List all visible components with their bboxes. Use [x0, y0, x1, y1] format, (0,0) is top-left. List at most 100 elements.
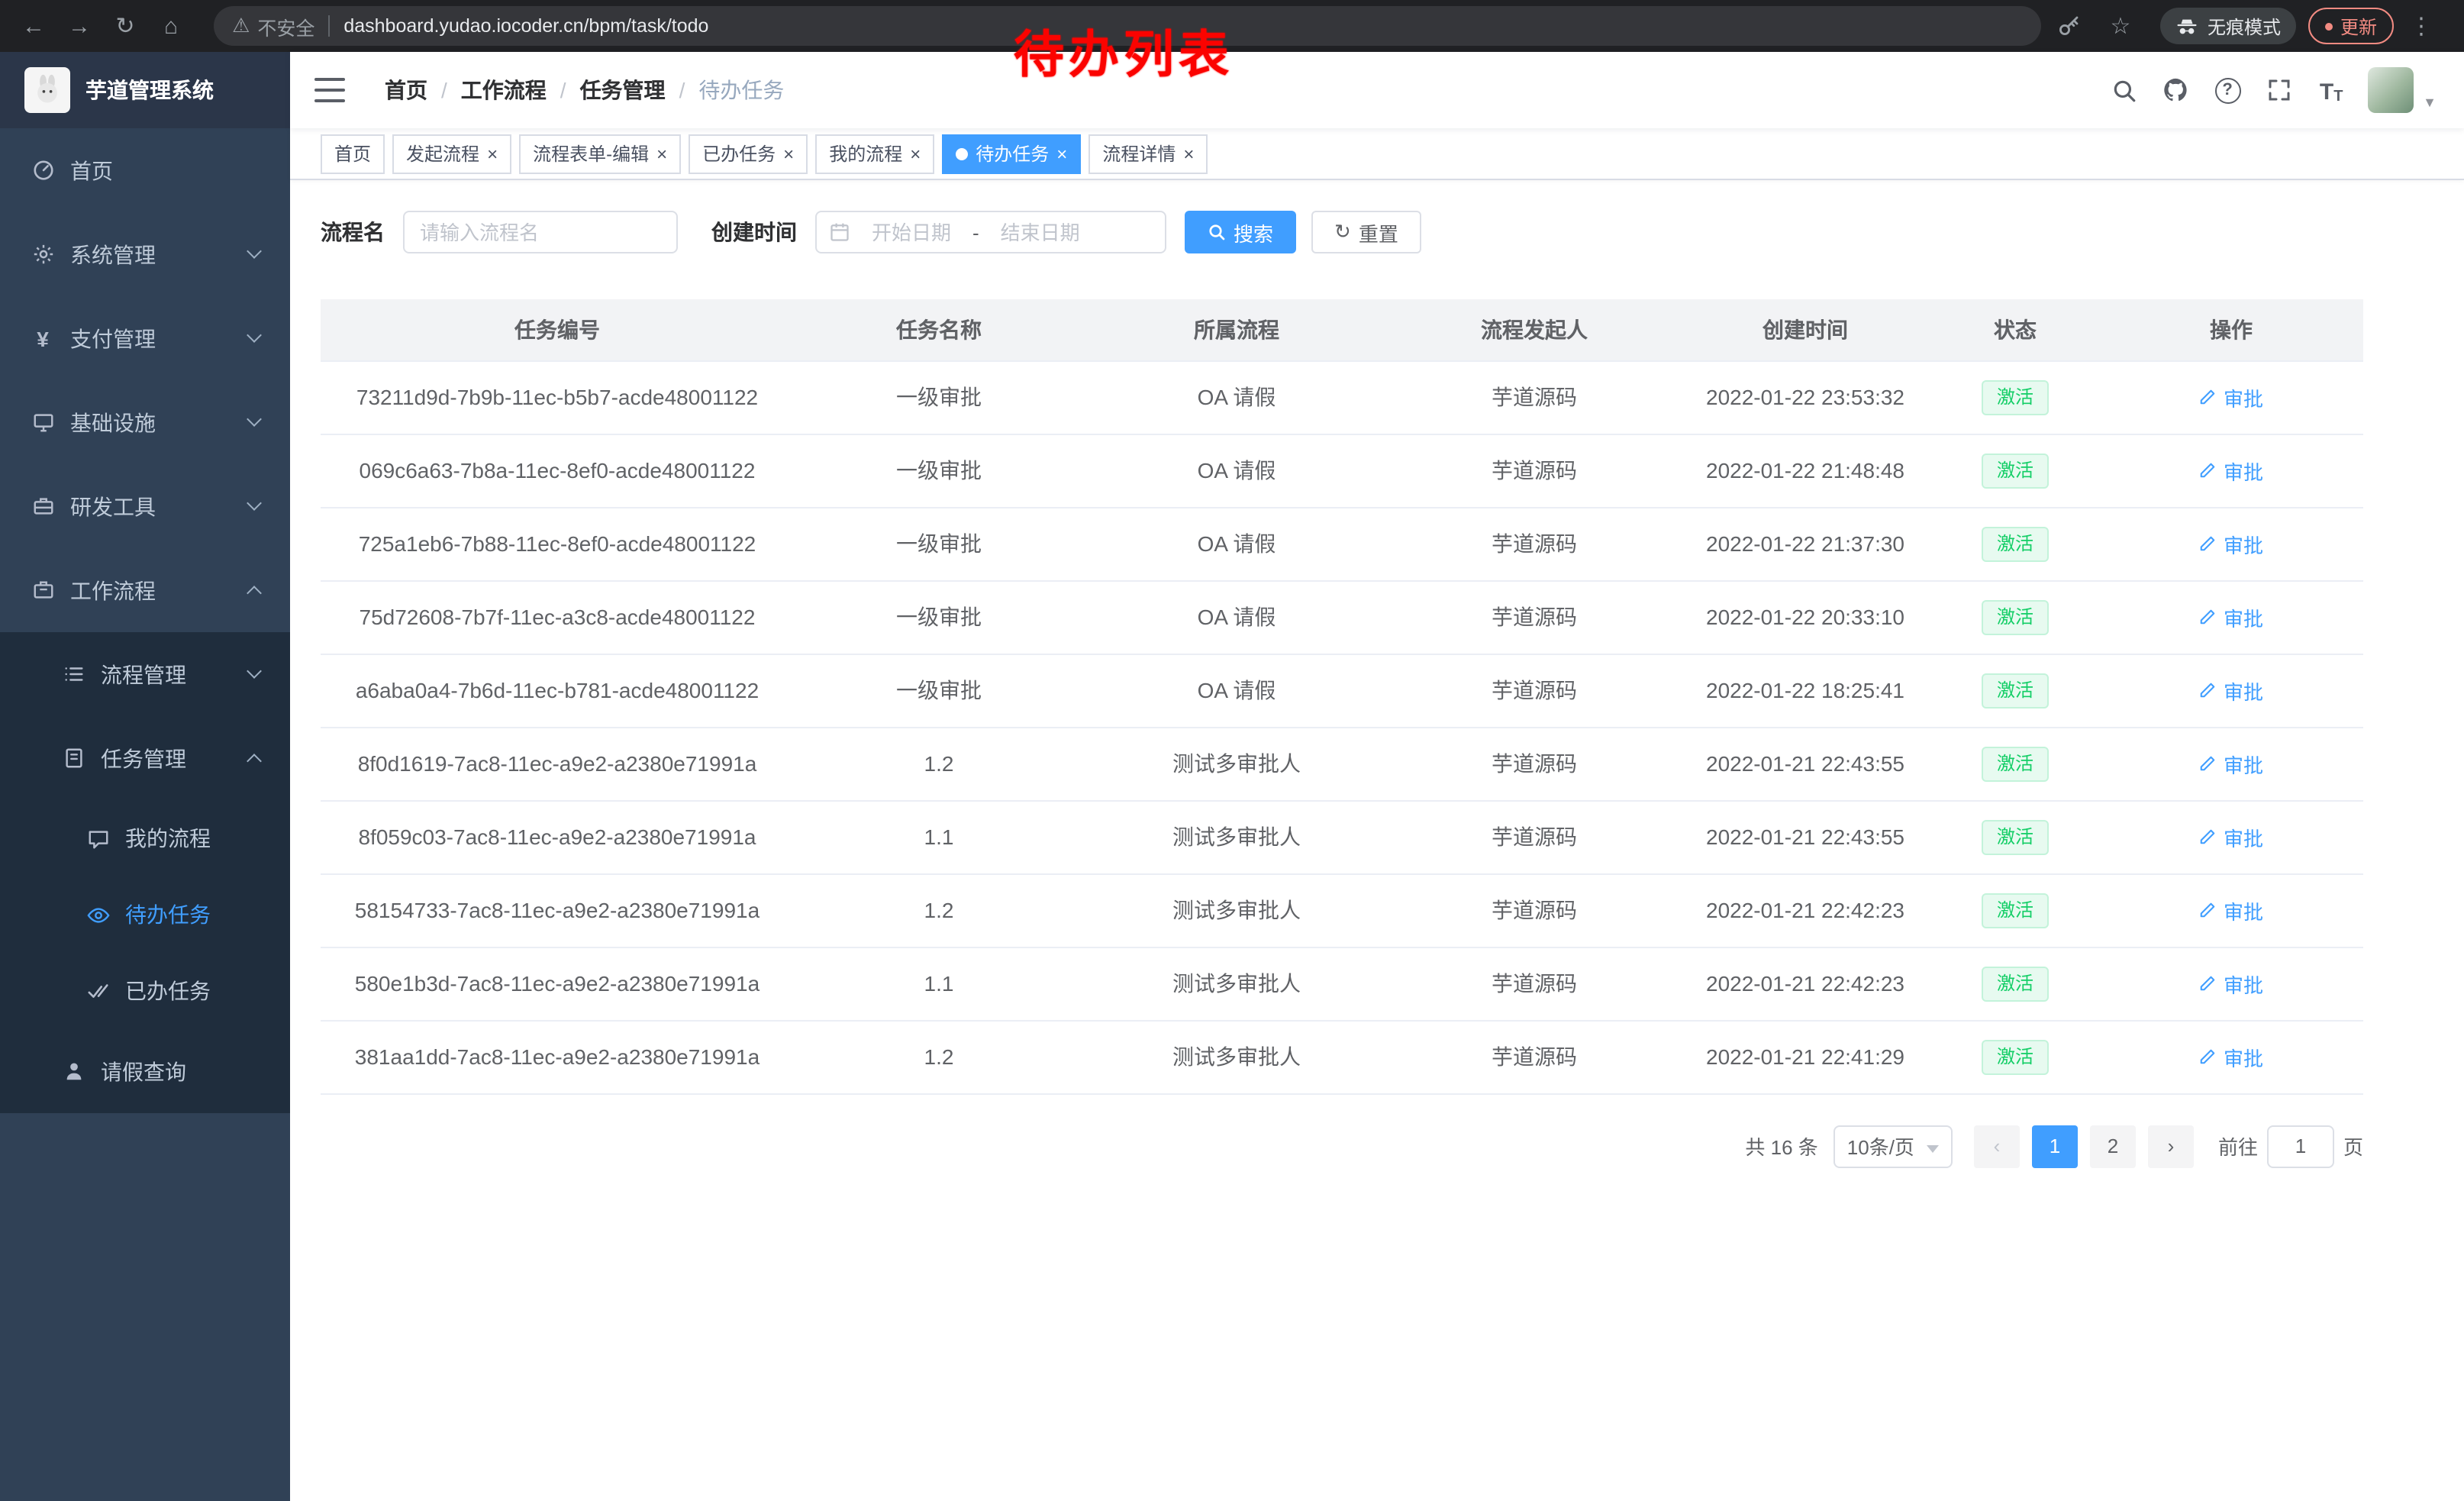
goto-page-input[interactable]: [2267, 1125, 2334, 1167]
cell-process: 测试多审批人: [1084, 873, 1389, 947]
url-text[interactable]: dashboard.yudao.iocoder.cn/bpm/task/todo: [343, 15, 708, 37]
address-bar[interactable]: ⚠ 不安全 dashboard.yudao.iocoder.cn/bpm/tas…: [214, 6, 2041, 46]
approve-link[interactable]: 审批: [2199, 456, 2263, 485]
cell-process: 测试多审批人: [1084, 727, 1389, 800]
approve-link[interactable]: 审批: [2199, 1042, 2263, 1071]
approve-link[interactable]: 审批: [2199, 676, 2263, 705]
start-date-input[interactable]: [856, 221, 966, 244]
breadcrumb-item[interactable]: 首页: [385, 75, 427, 105]
breadcrumb-item[interactable]: 任务管理: [580, 75, 666, 105]
tab-label: 流程表单-编辑: [533, 140, 649, 166]
sidebar-item-label: 研发工具: [70, 491, 156, 521]
page-button-1[interactable]: 1: [2032, 1125, 2078, 1167]
tab-close-icon[interactable]: ×: [487, 144, 498, 163]
sidebar-item-my-process[interactable]: 我的流程: [0, 800, 290, 876]
logo[interactable]: 芋道管理系统: [0, 52, 290, 128]
briefcase-icon: [31, 578, 55, 602]
breadcrumb-separator: /: [441, 78, 447, 102]
approve-link[interactable]: 审批: [2199, 822, 2263, 851]
cell-initiator: 芋道源码: [1389, 727, 1679, 800]
table-row: a6aba0a4-7b6d-11ec-b781-acde48001122 一级审…: [321, 654, 2363, 727]
approve-link[interactable]: 审批: [2199, 969, 2263, 998]
approve-link[interactable]: 审批: [2199, 896, 2263, 925]
fullscreen-icon[interactable]: [2264, 75, 2295, 105]
tab-close-icon[interactable]: ×: [1056, 144, 1067, 163]
refresh-icon[interactable]: ↻: [107, 12, 144, 40]
pagination: 共 16 条 10条/页 ‹ 1 2 › 前往 页: [321, 1125, 2363, 1167]
tab-close-icon[interactable]: ×: [1183, 144, 1194, 163]
sidebar-item-todo-tasks[interactable]: 待办任务: [0, 876, 290, 953]
cell-process: OA 请假: [1084, 434, 1389, 507]
next-page-button[interactable]: ›: [2148, 1125, 2194, 1167]
search-button-label: 搜索: [1234, 218, 1273, 247]
sidebar-item-leave-query[interactable]: 请假查询: [0, 1029, 290, 1113]
password-key-icon[interactable]: [2056, 14, 2093, 38]
search-button[interactable]: 搜索: [1185, 211, 1296, 253]
tab-close-icon[interactable]: ×: [656, 144, 667, 163]
tab-done-tasks[interactable]: 已办任务 ×: [689, 134, 808, 173]
sidebar-item-workflow[interactable]: 工作流程: [0, 548, 290, 632]
cell-create-time: 2022-01-22 18:25:41: [1679, 654, 1931, 727]
cell-task-name: 一级审批: [794, 360, 1084, 434]
approve-link[interactable]: 审批: [2199, 529, 2263, 558]
github-icon[interactable]: [2160, 75, 2191, 105]
sidebar-collapse-icon[interactable]: [314, 78, 345, 102]
bookmark-star-icon[interactable]: ☆: [2102, 12, 2139, 40]
page-button-2[interactable]: 2: [2090, 1125, 2136, 1167]
sidebar-item-done-tasks[interactable]: 已办任务: [0, 953, 290, 1029]
process-name-input[interactable]: [403, 211, 678, 253]
edit-icon: [2199, 828, 2217, 846]
approve-link[interactable]: 审批: [2199, 602, 2263, 631]
cell-task-id: 75d72608-7b7f-11ec-a3c8-acde48001122: [321, 580, 794, 654]
cell-initiator: 芋道源码: [1389, 580, 1679, 654]
main-area: 首页 / 工作流程 / 任务管理 / 待办任务 ?: [290, 52, 2464, 1501]
sidebar-item-home[interactable]: 首页: [0, 128, 290, 212]
sidebar-item-payment[interactable]: ¥ 支付管理: [0, 296, 290, 380]
sidebar-item-task-management[interactable]: 任务管理: [0, 716, 290, 800]
sidebar: 芋道管理系统 首页 系统管理 ¥ 支付管理: [0, 52, 290, 1501]
cell-task-id: 58154733-7ac8-11ec-a9e2-a2380e71991a: [321, 873, 794, 947]
status-badge: 激活: [1982, 1039, 2049, 1074]
tab-home[interactable]: 首页: [321, 134, 385, 173]
security-label[interactable]: 不安全: [257, 11, 314, 40]
reset-button[interactable]: ↻ 重置: [1311, 211, 1421, 253]
cell-process: OA 请假: [1084, 507, 1389, 580]
sidebar-item-devtools[interactable]: 研发工具: [0, 464, 290, 548]
tab-form-edit[interactable]: 流程表单-编辑 ×: [519, 134, 681, 173]
tab-close-icon[interactable]: ×: [783, 144, 794, 163]
create-time-label: 创建时间: [711, 217, 797, 247]
sidebar-item-process-management[interactable]: 流程管理: [0, 632, 290, 716]
back-icon[interactable]: ←: [15, 13, 52, 39]
sidebar-item-infrastructure[interactable]: 基础设施: [0, 380, 290, 464]
search-icon[interactable]: [2108, 75, 2139, 105]
sidebar-item-label: 流程管理: [101, 659, 186, 689]
sidebar-item-system[interactable]: 系统管理: [0, 212, 290, 296]
prev-page-button[interactable]: ‹: [1974, 1125, 2020, 1167]
gear-icon: [31, 242, 55, 266]
font-size-icon[interactable]: TT: [2316, 75, 2346, 105]
tab-start-process[interactable]: 发起流程 ×: [392, 134, 511, 173]
avatar[interactable]: [2368, 67, 2414, 113]
approve-link[interactable]: 审批: [2199, 383, 2263, 412]
forward-icon[interactable]: →: [61, 13, 98, 39]
sidebar-item-label: 待办任务: [125, 899, 211, 930]
tab-my-process[interactable]: 我的流程 ×: [815, 134, 934, 173]
help-icon[interactable]: ?: [2212, 75, 2243, 105]
edit-icon: [2199, 901, 2217, 919]
tab-close-icon[interactable]: ×: [910, 144, 921, 163]
page: 芋道管理系统 首页 系统管理 ¥ 支付管理: [0, 52, 2464, 1501]
table-row: 75d72608-7b7f-11ec-a3c8-acde48001122 一级审…: [321, 580, 2363, 654]
end-date-input[interactable]: [985, 221, 1095, 244]
browser-menu-dots-icon[interactable]: ⋮: [2403, 12, 2440, 40]
update-button[interactable]: 更新: [2308, 8, 2394, 44]
home-icon[interactable]: ⌂: [153, 13, 189, 39]
tab-todo-tasks[interactable]: 待办任务 ×: [942, 134, 1081, 173]
page-size-select[interactable]: 10条/页: [1833, 1125, 1953, 1167]
tab-process-detail[interactable]: 流程详情 ×: [1088, 134, 1208, 173]
date-range-picker[interactable]: -: [815, 211, 1166, 253]
cell-create-time: 2022-01-21 22:43:55: [1679, 727, 1931, 800]
approve-link[interactable]: 审批: [2199, 749, 2263, 778]
breadcrumb-item[interactable]: 工作流程: [461, 75, 547, 105]
search-icon: [1208, 223, 1226, 241]
browser-toolbar: ← → ↻ ⌂ ⚠ 不安全 dashboard.yudao.iocoder.cn…: [0, 0, 2464, 52]
